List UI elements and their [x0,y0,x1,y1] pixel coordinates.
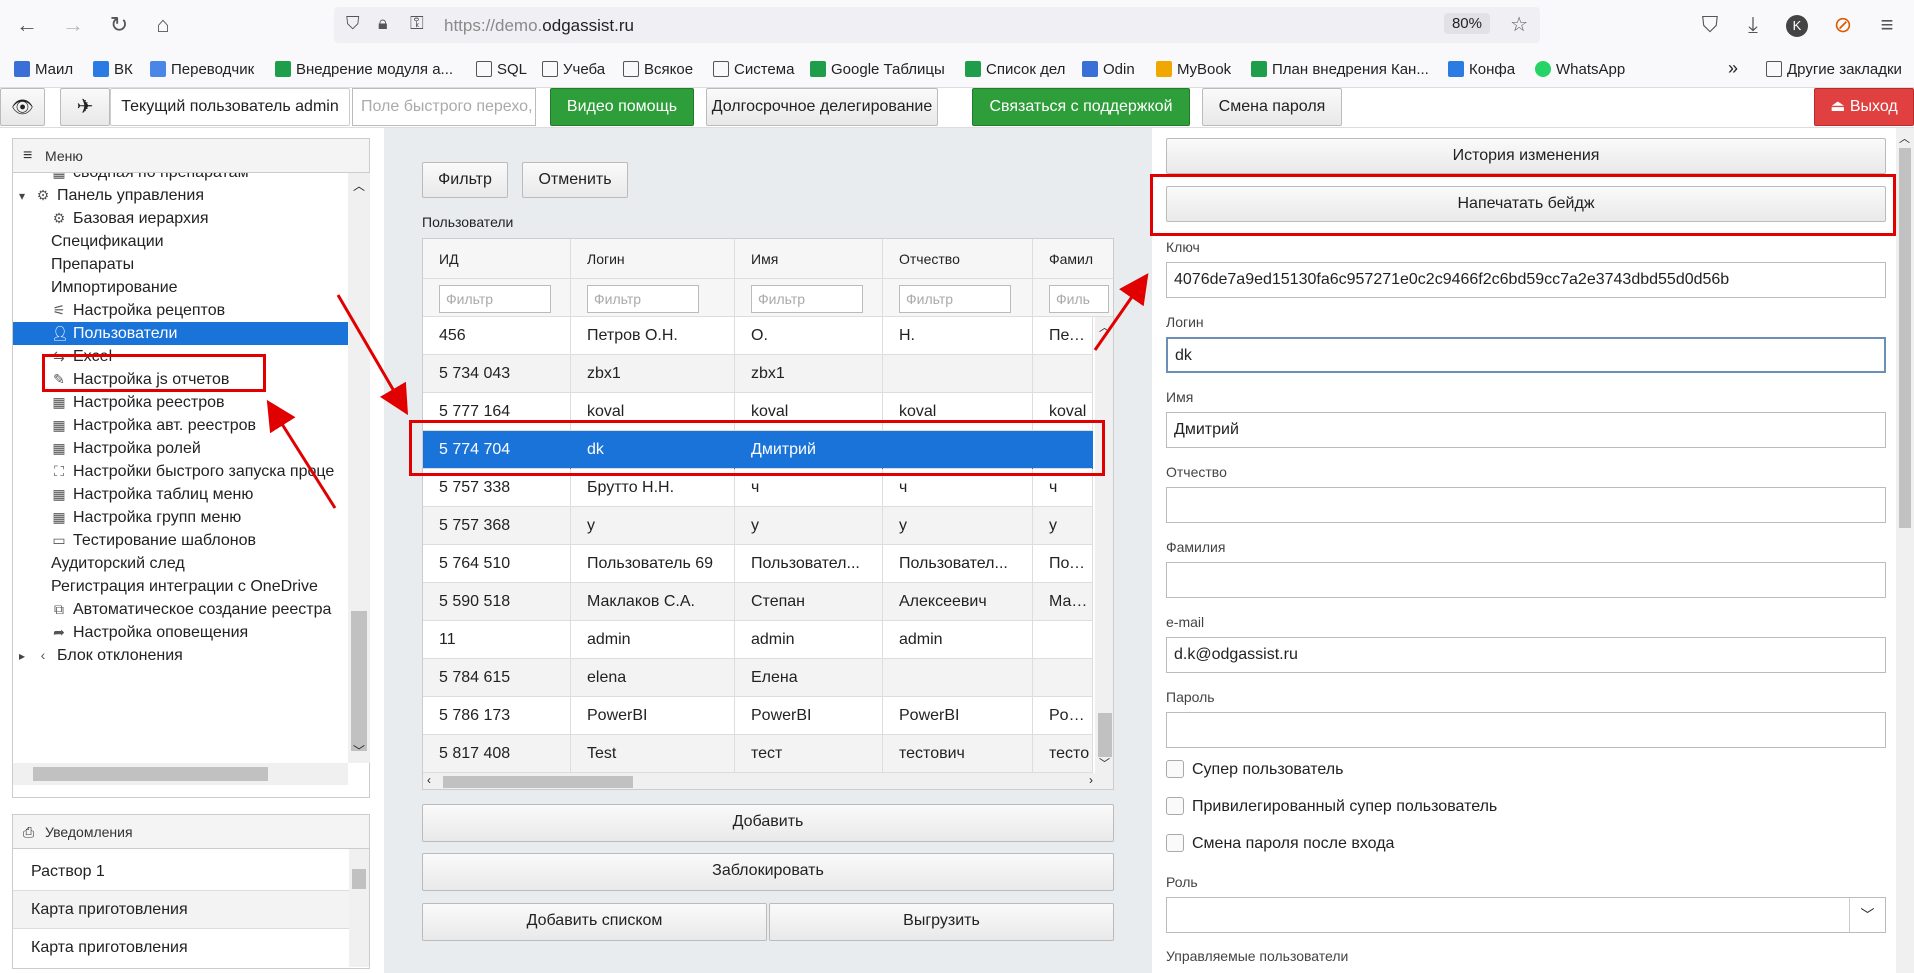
arrow-to-menu-item [266,399,337,509]
arrow-to-print-button [1093,273,1149,351]
annotation-arrows [266,273,1149,509]
arrow-to-row [336,294,409,416]
